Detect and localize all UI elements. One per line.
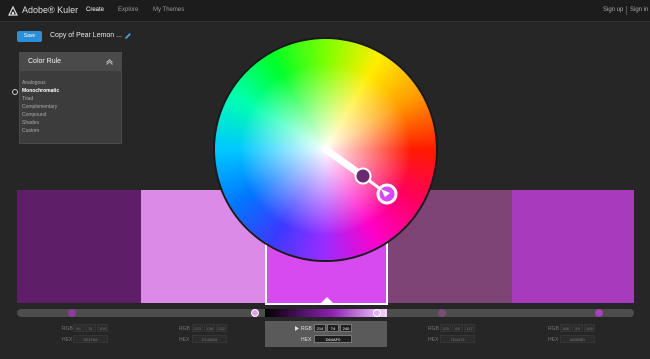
nav-explore[interactable]: Explore (118, 7, 138, 13)
b-field[interactable]: 240 (340, 324, 352, 332)
nav-create[interactable]: Create (86, 7, 104, 13)
hex-field[interactable]: 5E1F68 (73, 335, 108, 343)
g-field[interactable]: 138 (204, 324, 215, 332)
color-swatch-5[interactable] (512, 190, 634, 303)
save-button[interactable]: Save (17, 31, 42, 42)
hex-label: HEX (179, 337, 190, 343)
rgb-label: RGB (62, 326, 73, 332)
g-field[interactable]: 74 (327, 324, 339, 332)
radio-icon (12, 89, 18, 95)
rule-option-custom[interactable]: Custom (22, 128, 39, 134)
color-wheel[interactable] (215, 39, 436, 260)
color-rule-title: Color Rule (28, 58, 62, 65)
rule-option-shades[interactable]: Shades (22, 120, 39, 126)
app-title[interactable]: Adobe® Kuler (22, 5, 78, 15)
swatch-values-4: RGB 125 68 117 HEX 7D4475 (388, 321, 510, 347)
color-swatch-1[interactable] (17, 190, 141, 303)
b-field[interactable]: 232 (216, 324, 227, 332)
slider-knob-1[interactable] (68, 309, 76, 317)
slider-knob-3[interactable] (373, 309, 381, 317)
divider (626, 6, 627, 15)
slider-knob-5[interactable] (595, 309, 603, 317)
collapse-icon[interactable] (106, 59, 113, 65)
hex-label: HEX (428, 337, 439, 343)
sign-up-link[interactable]: Sign up (603, 7, 623, 13)
rule-option-analogous[interactable]: Analogous (22, 80, 46, 86)
rgb-label: RGB (428, 326, 439, 332)
hex-label: HEX (62, 337, 73, 343)
kuler-logo-icon[interactable] (7, 5, 19, 17)
color-rule-header[interactable]: Color Rule (20, 53, 121, 71)
swatch-values-2: RGB 220 138 232 HEX DC8AE8 (141, 321, 263, 347)
rgb-label: RGB (548, 326, 559, 332)
hex-field[interactable]: DC8AE8 (192, 335, 227, 343)
rule-option-monochromatic[interactable]: Monochromatic (22, 88, 59, 94)
rgb-label: RGB (179, 326, 190, 332)
r-field[interactable]: 94 (73, 324, 84, 332)
hex-label: HEX (301, 337, 312, 343)
hex-field[interactable]: D64AF0 (314, 335, 352, 343)
slider-knob-2[interactable] (251, 309, 259, 317)
top-navigation: Adobe® Kuler Create Explore My Themes Si… (0, 0, 650, 22)
b-field[interactable]: 189 (584, 324, 595, 332)
g-field[interactable]: 68 (452, 324, 463, 332)
g-field[interactable]: 31 (85, 324, 96, 332)
r-field[interactable]: 168 (560, 324, 571, 332)
theme-name[interactable]: Copy of Pear Lemon ... (50, 32, 122, 39)
hex-field[interactable]: A83BBD (560, 335, 595, 343)
r-field[interactable]: 125 (440, 324, 451, 332)
swatch-values-5: RGB 168 59 189 HEX A83BBD (512, 321, 634, 347)
slider-knob-4[interactable] (438, 309, 446, 317)
swatch-values-1: RGB 94 31 104 HEX 5E1F68 (17, 321, 139, 347)
rule-option-triad[interactable]: Triad (22, 96, 33, 102)
brightness-slider-active[interactable] (265, 309, 387, 317)
rule-option-compound[interactable]: Compound (22, 112, 46, 118)
hex-field[interactable]: 7D4475 (440, 335, 475, 343)
pencil-icon[interactable] (124, 32, 132, 40)
swatch-values-3: RGB 214 74 240 HEX D64AF0 (265, 321, 387, 347)
b-field[interactable]: 117 (464, 324, 475, 332)
selected-swatch-caret (321, 297, 333, 303)
rgb-label: RGB (301, 326, 312, 332)
g-field[interactable]: 59 (572, 324, 583, 332)
r-field[interactable]: 220 (192, 324, 203, 332)
hex-label: HEX (548, 337, 559, 343)
nav-my-themes[interactable]: My Themes (153, 7, 184, 13)
b-field[interactable]: 104 (97, 324, 108, 332)
r-field[interactable]: 214 (314, 324, 326, 332)
sign-in-link[interactable]: Sign in (630, 7, 648, 13)
rule-option-complementary[interactable]: Complementary (22, 104, 57, 110)
play-icon[interactable] (295, 326, 299, 331)
